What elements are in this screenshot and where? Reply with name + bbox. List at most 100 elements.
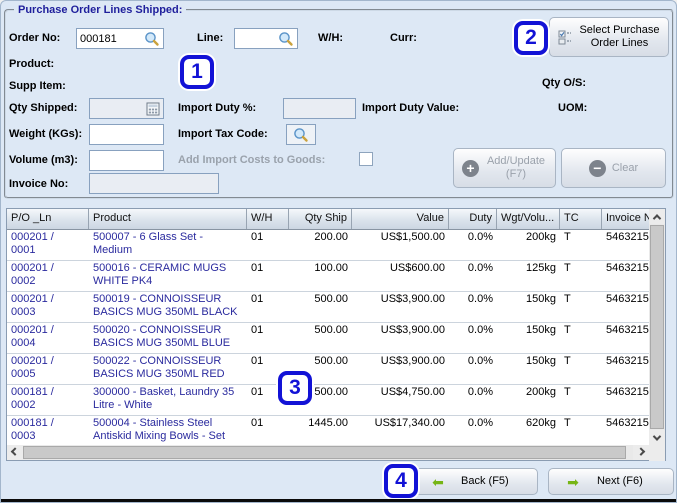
cell-qty: 500.00 [289,292,352,322]
column-header-wh[interactable]: W/H [247,209,289,229]
cell-qty: 100.00 [289,261,352,291]
cell-duty: 0.0% [449,323,497,353]
column-header-duty[interactable]: Duty [449,209,497,229]
cell-wh: 01 [247,261,289,291]
cell-invoice: 54632155 [602,292,650,322]
table-row[interactable]: 000181 / 0003500004 - Stainless Steel An… [7,416,665,447]
weight-input[interactable] [89,124,164,145]
add-update-label: Add/Update (F7) [485,155,547,181]
next-button[interactable]: ➡ Next (F6) [548,468,674,495]
cell-product: 300000 - Basket, Laundry 35 Litre - Whit… [89,385,247,415]
chevron-left-icon [11,447,19,455]
wh-label: W/H: [318,32,343,44]
annotation-badge-2: 2 [514,21,548,55]
qty-shipped-input[interactable] [89,98,164,119]
next-label: Next (F6) [585,475,655,488]
chevron-down-icon [653,432,661,440]
cell-invoice: 54632155 [602,354,650,384]
column-header-product[interactable]: Product [89,209,247,229]
table-row[interactable]: 000201 / 0005500022 - CONNOISSEUR BASICS… [7,354,665,385]
cell-duty: 0.0% [449,292,497,322]
cell-tc: T [560,416,602,446]
invoice-no-label: Invoice No: [9,178,68,190]
table-row[interactable]: 000201 / 0003500019 - CONNOISSEUR BASICS… [7,292,665,323]
select-purchase-order-lines-button[interactable]: Select Purchase Order Lines [549,17,669,57]
search-icon[interactable] [293,127,309,143]
cell-tc: T [560,385,602,415]
line-input[interactable] [234,28,298,49]
checklist-icon [558,29,573,45]
clear-label: Clear [612,162,638,175]
search-icon[interactable] [144,31,160,47]
back-label: Back (F5) [450,475,520,488]
scroll-down-button[interactable] [649,430,665,445]
back-arrow-icon: ⬅ [432,475,444,489]
column-header-qty[interactable]: Qty Ship [289,209,352,229]
horizontal-scroll-thumb[interactable] [23,446,626,459]
table-row[interactable]: 000181 / 0002300000 - Basket, Laundry 35… [7,385,665,416]
cell-product: 500016 - CERAMIC MUGS WHITE PK4 [89,261,247,291]
annotation-badge-3: 3 [278,371,312,405]
cell-product: 500019 - CONNOISSEUR BASICS MUG 350ML BL… [89,292,247,322]
minus-circle-icon: − [589,160,606,177]
table-row[interactable]: 000201 / 0004500020 - CONNOISSEUR BASICS… [7,323,665,354]
import-duty-pct-label: Import Duty %: [178,102,256,114]
order-no-input[interactable]: 000181 [76,28,164,49]
qty-os-label: Qty O/S: [542,77,586,89]
scroll-right-button[interactable] [633,445,649,460]
cell-tc: T [560,261,602,291]
horizontal-scrollbar[interactable] [7,445,649,460]
cell-value: US$3,900.00 [352,292,449,322]
scrollbar-corner [649,445,665,461]
cell-product: 500022 - CONNOISSEUR BASICS MUG 350ML RE… [89,354,247,384]
chevron-up-icon [653,214,661,222]
cell-wgt: 150kg [497,292,560,322]
cell-po: 000201 / 0001 [7,230,89,260]
column-header-po[interactable]: P/O _Ln [7,209,89,229]
purchase-order-lines-shipped-window: Purchase Order Lines Shipped: Order No: … [0,0,677,503]
volume-input[interactable] [89,150,164,171]
clear-button[interactable]: − Clear [561,148,666,188]
search-icon[interactable] [278,31,294,47]
cell-invoice: 54632155 [602,261,650,291]
cell-wgt: 150kg [497,323,560,353]
cell-value: US$3,900.00 [352,323,449,353]
add-update-button[interactable]: + Add/Update (F7) [453,148,556,188]
import-tax-code-lookup-button[interactable] [286,124,316,145]
cell-value: US$1,500.00 [352,230,449,260]
invoice-no-input[interactable] [89,173,219,194]
cell-product: 500004 - Stainless Steel Antiskid Mixing… [89,416,247,446]
cell-invoice: 54632155 [602,385,650,415]
uom-label: UOM: [558,102,587,114]
column-header-invoice[interactable]: Invoice No [602,209,650,229]
table-row[interactable]: 000201 / 0001500007 - 6 Glass Set - Medi… [7,230,665,261]
scroll-left-button[interactable] [7,445,23,460]
column-header-tc[interactable]: TC [560,209,602,229]
cell-po: 000201 / 0002 [7,261,89,291]
vertical-scroll-thumb[interactable] [650,225,664,429]
column-header-wgt[interactable]: Wgt/Volu... [497,209,560,229]
window-bottom-edge [1,499,677,503]
cell-wh: 01 [247,416,289,446]
qty-shipped-label: Qty Shipped: [9,102,77,114]
select-po-lines-label: Select Purchase Order Lines [579,24,661,50]
add-import-costs-checkbox[interactable] [359,152,373,166]
cell-wgt: 125kg [497,261,560,291]
cell-wgt: 200kg [497,230,560,260]
import-tax-code-label: Import Tax Code: [178,128,268,140]
cell-product: 500007 - 6 Glass Set - Medium [89,230,247,260]
back-button[interactable]: ⬅ Back (F5) [414,468,538,495]
cell-value: US$17,340.00 [352,416,449,446]
calculator-icon[interactable] [146,102,160,116]
table-body: 000201 / 0001500007 - 6 Glass Set - Medi… [7,230,665,447]
line-label: Line: [197,32,223,44]
vertical-scrollbar[interactable] [649,209,665,445]
import-duty-pct-input[interactable] [283,98,356,119]
cell-value: US$3,900.00 [352,354,449,384]
cell-invoice: 54632155 [602,323,650,353]
scroll-up-button[interactable] [649,209,665,224]
column-header-value[interactable]: Value [352,209,449,229]
product-label: Product: [9,58,54,70]
table-row[interactable]: 000201 / 0002500016 - CERAMIC MUGS WHITE… [7,261,665,292]
cell-duty: 0.0% [449,230,497,260]
